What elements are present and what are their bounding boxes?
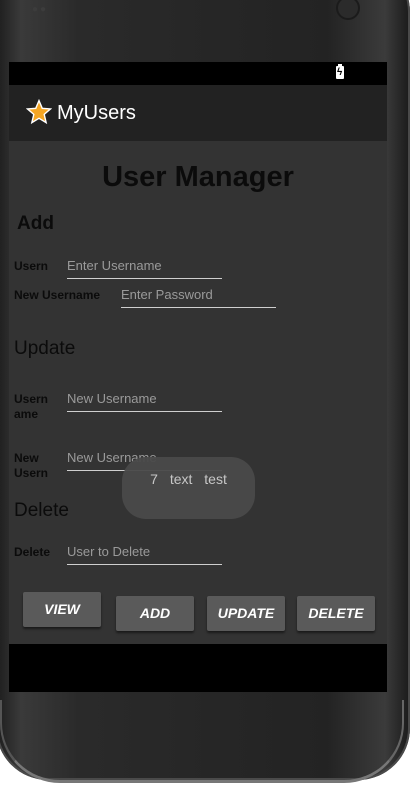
- add-password-label: New Username: [14, 288, 101, 302]
- delete-input[interactable]: User to Delete: [67, 542, 222, 565]
- main-content: User Manager Add Usern Enter Username Ne…: [9, 141, 387, 644]
- page-title: User Manager: [102, 161, 294, 193]
- battery-charging-icon: ϟ: [336, 64, 344, 79]
- toast-message: 7 text test: [122, 457, 255, 519]
- toast-word-1: text: [169, 471, 193, 487]
- delete-label: Delete: [14, 545, 51, 559]
- navigation-bar: [9, 644, 387, 692]
- delete-button[interactable]: DELETE: [297, 596, 375, 631]
- toast-count: 7: [150, 471, 158, 487]
- update-old-label: Usern ame: [14, 392, 49, 421]
- add-password-input[interactable]: Enter Password: [121, 285, 276, 308]
- update-new-label: New Usern: [14, 451, 49, 480]
- phone-frame: ●● ϟ MyUsers User Manager Add Usern Ente…: [0, 0, 416, 792]
- add-button[interactable]: ADD: [116, 596, 194, 631]
- status-bar: ϟ: [9, 62, 387, 85]
- screen: ϟ MyUsers User Manager Add Usern Enter U…: [9, 62, 387, 692]
- app-title: MyUsers: [57, 102, 136, 124]
- update-button[interactable]: UPDATE: [207, 596, 285, 631]
- section-add-title: Add: [17, 213, 54, 234]
- view-button[interactable]: VIEW: [23, 592, 101, 627]
- add-username-label: Usern: [14, 259, 49, 273]
- toast-word-2: test: [204, 471, 227, 487]
- section-delete-title: Delete: [14, 500, 69, 521]
- update-old-input[interactable]: New Username: [67, 389, 222, 412]
- add-username-input[interactable]: Enter Username: [67, 256, 222, 279]
- star-icon: [26, 99, 52, 125]
- action-bar: MyUsers: [9, 85, 387, 141]
- section-update-title: Update: [14, 338, 76, 359]
- sensor-dots: ●●: [32, 4, 49, 15]
- phone-bottom-rim: [0, 700, 404, 783]
